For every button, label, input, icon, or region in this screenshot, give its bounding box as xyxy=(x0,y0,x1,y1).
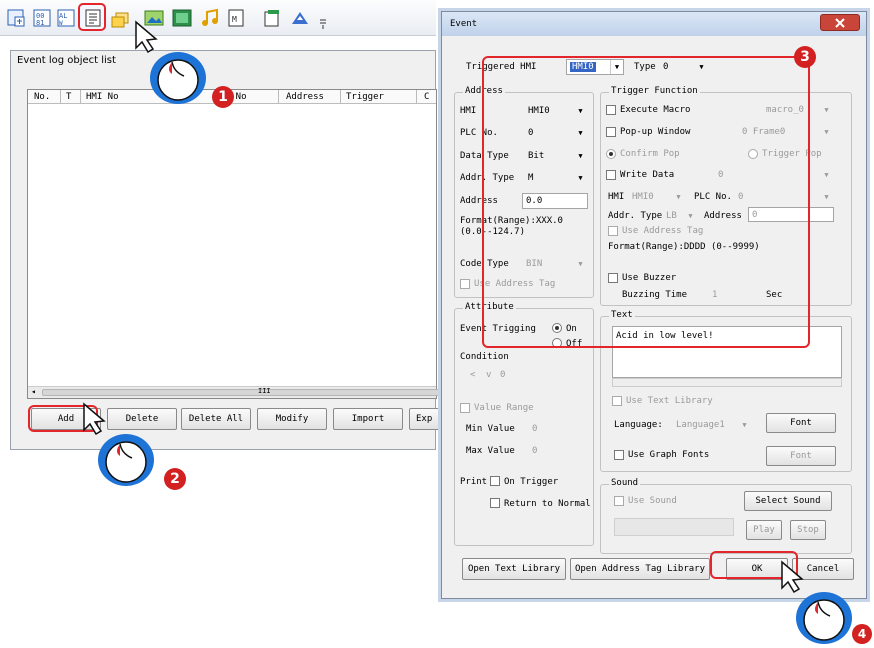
use-address-tag-checkbox[interactable] xyxy=(460,279,470,289)
condition-label: Condition xyxy=(460,352,509,362)
chevron-down-icon: ▼ xyxy=(824,105,829,114)
return-normal-checkbox[interactable] xyxy=(490,498,500,508)
col-address[interactable]: Address xyxy=(286,92,324,102)
event-table-icon[interactable] xyxy=(6,8,26,28)
chevron-down-icon: ▼ xyxy=(742,420,747,429)
close-button[interactable] xyxy=(820,14,860,31)
on-trigger-label: On Trigger xyxy=(504,477,559,487)
event-log-window: Event log object list No. T HMI No PLC N… xyxy=(10,50,472,450)
condition-arrow[interactable]: v xyxy=(486,370,491,380)
font-button[interactable]: Font xyxy=(766,413,836,433)
layers-icon[interactable] xyxy=(110,10,130,30)
col-no[interactable]: No. xyxy=(34,92,50,102)
mouse-click-icon xyxy=(83,402,154,486)
condition-operator[interactable]: < xyxy=(470,370,475,380)
hmi-label: HMI xyxy=(460,106,477,116)
col-c[interactable]: C xyxy=(424,92,429,102)
use-sound-label: Use Sound xyxy=(628,496,677,506)
print-label: Print xyxy=(460,477,488,487)
chevron-down-icon: ▼ xyxy=(824,127,829,136)
graph-font-button[interactable]: Font xyxy=(766,446,836,466)
event-log-button[interactable] xyxy=(78,3,106,31)
use-text-library-label: Use Text Library xyxy=(626,396,713,406)
event-log-icon xyxy=(85,9,101,27)
close-icon xyxy=(835,17,845,28)
col-hmi-no[interactable]: HMI No xyxy=(86,92,119,102)
svg-text:81: 81 xyxy=(36,19,44,27)
text-icon[interactable]: M xyxy=(226,8,246,28)
event-log-table[interactable]: No. T HMI No PLC No Address Trigger C ◂ … xyxy=(27,89,472,399)
step-badge-2: 2 xyxy=(164,468,186,490)
play-button[interactable]: Play xyxy=(746,520,782,540)
min-value-input[interactable]: 0 xyxy=(532,424,537,434)
value-range-label: Value Range xyxy=(474,403,534,413)
language-label: Language: xyxy=(614,420,663,430)
chevron-down-icon: ▼ xyxy=(824,192,829,201)
condition-value[interactable]: 0 xyxy=(500,370,505,380)
step-badge-3: 3 xyxy=(794,46,816,68)
horizontal-scrollbar[interactable]: ◂ III xyxy=(28,386,472,398)
sound-group-title: Sound xyxy=(609,478,641,488)
scroll-thumb[interactable] xyxy=(42,389,472,396)
scroll-left-icon[interactable]: ◂ xyxy=(31,387,36,396)
language-value: Language1 xyxy=(676,419,725,430)
alarm-list-icon[interactable]: ALW xyxy=(56,8,76,28)
open-address-tag-library-button[interactable]: Open Address Tag Library xyxy=(570,558,710,580)
overflow-icon[interactable] xyxy=(318,12,328,32)
mouse-click-icon xyxy=(781,560,852,644)
col-type[interactable]: T xyxy=(66,92,71,102)
text-hscroll[interactable] xyxy=(612,378,842,387)
open-text-library-button[interactable]: Open Text Library xyxy=(462,558,566,580)
import-button[interactable]: Import xyxy=(333,408,403,430)
stop-button[interactable]: Stop xyxy=(790,520,826,540)
max-value-input[interactable]: 0 xyxy=(532,446,537,456)
dialog-title: Event xyxy=(450,19,478,29)
dialog-titlebar: Event xyxy=(442,12,866,36)
use-graph-fonts-checkbox[interactable] xyxy=(614,450,624,460)
mouse-click-icon xyxy=(135,20,206,104)
return-normal-label: Return to Normal xyxy=(504,499,591,509)
min-value-label: Min Value xyxy=(466,424,515,434)
select-sound-button[interactable]: Select Sound xyxy=(744,491,832,511)
numeric-display-icon[interactable]: 0081 xyxy=(32,8,52,28)
use-graph-fonts-label: Use Graph Fonts xyxy=(628,450,710,460)
max-value-label: Max Value xyxy=(466,446,515,456)
language-dropdown[interactable]: Language1 ▼ xyxy=(672,417,752,432)
scroll-grip: III xyxy=(258,387,271,395)
document-icon[interactable] xyxy=(262,8,282,28)
svg-text:M: M xyxy=(232,15,237,24)
marker-icon[interactable] xyxy=(290,8,310,28)
sound-file-field xyxy=(614,518,734,536)
toolbar: 00 81 AL W M xyxy=(0,0,436,36)
delete-all-button[interactable]: Delete All xyxy=(181,408,251,430)
on-trigger-checkbox[interactable] xyxy=(490,476,500,486)
svg-text:W: W xyxy=(59,20,63,27)
use-text-library-checkbox[interactable] xyxy=(612,396,622,406)
chevron-down-icon: ▼ xyxy=(824,170,829,179)
svg-text:AL: AL xyxy=(59,12,67,20)
col-trigger[interactable]: Trigger xyxy=(346,92,384,102)
event-log-title: Event log object list xyxy=(17,55,116,66)
value-range-checkbox[interactable] xyxy=(460,403,470,413)
use-sound-checkbox[interactable] xyxy=(614,496,624,506)
modify-button[interactable]: Modify xyxy=(257,408,327,430)
trigger-area-highlight xyxy=(482,56,810,348)
